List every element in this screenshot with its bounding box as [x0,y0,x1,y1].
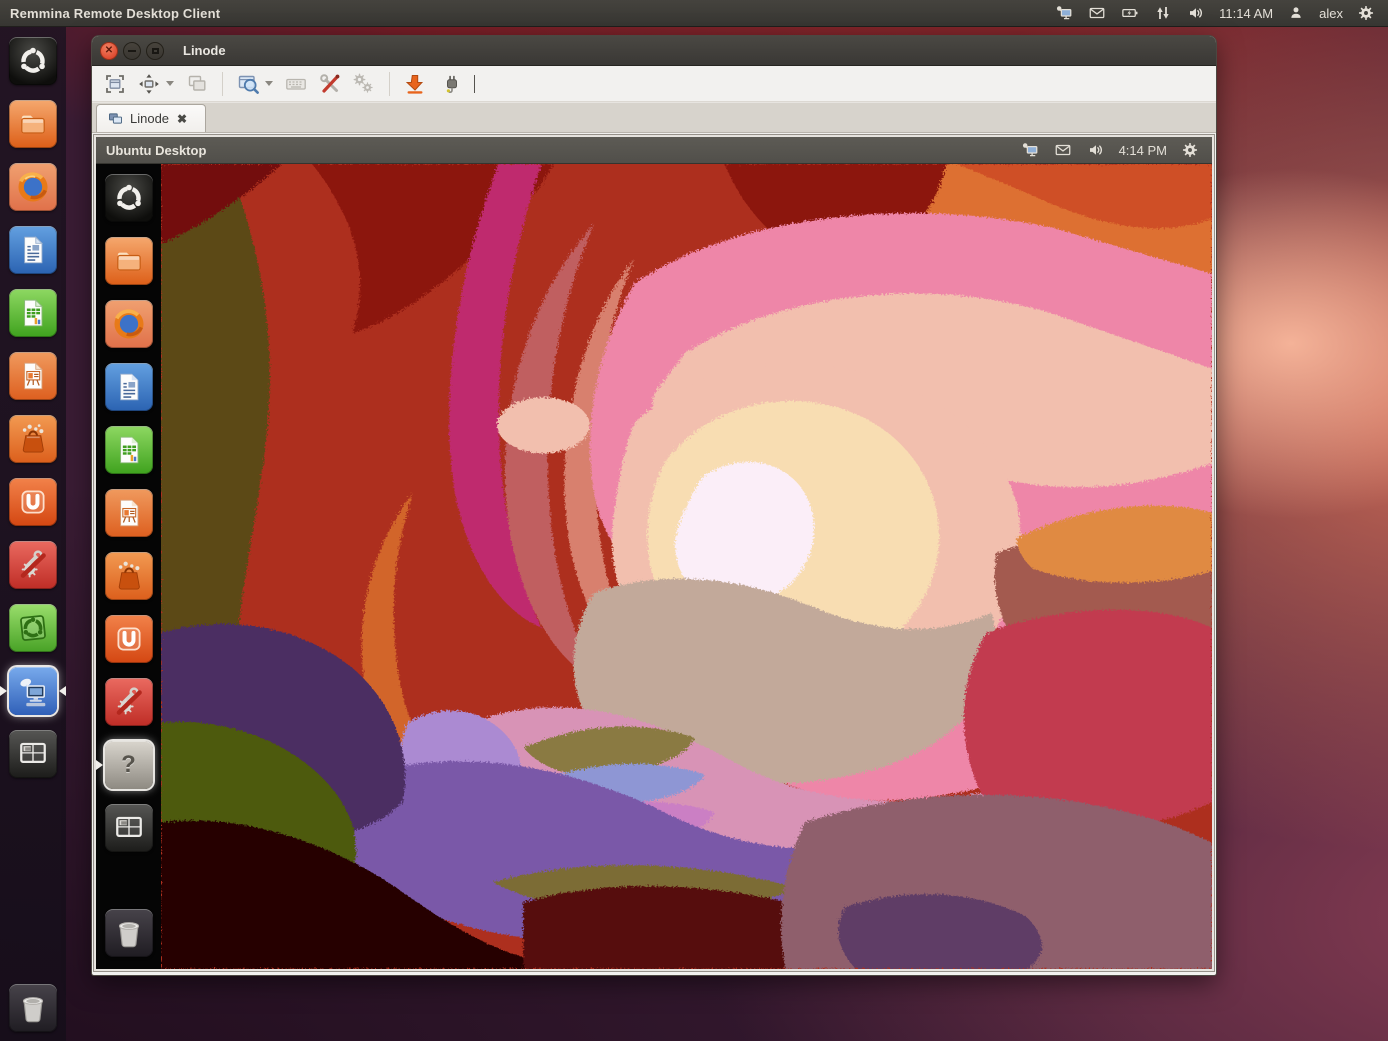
remote-clock[interactable]: 4:14 PM [1119,143,1167,158]
remote-launcher-item-ubuntu-one[interactable] [105,615,153,663]
question-mark-icon: ? [121,751,136,779]
launcher-item-ubuntu-software-center[interactable] [9,415,57,463]
tab-windows-icon [107,110,124,127]
remmina-monitor-icon[interactable] [1054,3,1074,23]
toggle-fullscreen-button[interactable] [100,70,130,98]
remote-menu-title[interactable]: Ubuntu Desktop [96,143,206,158]
screen: Remmina Remote Desktop Client 11:14 AM a… [0,0,1388,1041]
host-top-panel: Remmina Remote Desktop Client 11:14 AM a… [0,0,1388,27]
launcher-item-libreoffice-writer[interactable] [9,226,57,274]
focused-arrow-icon [96,760,103,770]
launcher-item-home-folder[interactable] [9,100,57,148]
fit-window-button[interactable] [134,70,164,98]
remote-indicator-area: 4:14 PM [1020,140,1212,160]
launcher-item-libreoffice-impress[interactable] [9,352,57,400]
launcher-item-libreoffice-calc[interactable] [9,289,57,337]
host-clock[interactable]: 11:14 AM [1219,6,1273,21]
screenshot-button[interactable] [400,70,430,98]
launcher-item-workspace-switcher[interactable] [9,730,57,778]
tab-label: Linode [130,111,169,126]
tab-close-icon[interactable]: ✖ [177,112,187,126]
zoom-options-button[interactable] [233,70,263,98]
active-app-title: Remmina Remote Desktop Client [0,6,220,21]
window-titlebar[interactable]: ✕ Linode [92,36,1216,66]
window-title: Linode [183,43,226,58]
running-arrow-icon [59,686,66,696]
launcher-item-firefox[interactable] [9,163,57,211]
toolbar-separator [389,72,390,96]
remote-launcher-item-home-folder[interactable] [105,237,153,285]
mail-envelope-icon[interactable] [1053,140,1073,160]
launcher-item-trash[interactable] [9,984,57,1032]
remote-wallpaper [161,164,1212,969]
tools-button[interactable] [315,70,345,98]
remmina-monitor-icon[interactable] [1020,140,1040,160]
maximize-button[interactable] [146,42,164,60]
remote-launcher-item-libreoffice-calc[interactable] [105,426,153,474]
preferences-button[interactable] [349,70,379,98]
volume-icon[interactable] [1186,3,1206,23]
duplicate-connection-button[interactable] [182,70,212,98]
disconnect-button[interactable] [434,70,464,98]
launcher-item-update-manager[interactable] [9,604,57,652]
remote-launcher: ? [96,164,161,969]
remmina-window: ✕ Linode Linode ✖ [92,36,1216,975]
remote-launcher-item-system-settings[interactable] [105,678,153,726]
username-label[interactable]: alex [1319,6,1343,21]
mail-envelope-icon[interactable] [1087,3,1107,23]
remote-launcher-item-workspace-switcher[interactable] [105,804,153,852]
close-button[interactable]: ✕ [100,42,118,60]
session-gear-icon[interactable] [1356,3,1376,23]
host-launcher [0,27,66,1041]
remote-top-panel: Ubuntu Desktop 4:14 PM [96,137,1212,164]
remote-launcher-item-dash-home[interactable] [105,174,153,222]
launcher-item-system-settings[interactable] [9,541,57,589]
zoom-dropdown-icon[interactable] [265,81,273,86]
connection-tabbar: Linode ✖ [92,102,1216,133]
remote-launcher-item-libreoffice-impress[interactable] [105,489,153,537]
remote-desktop-body: ? [96,164,1212,969]
user-icon[interactable] [1286,3,1306,23]
toolbar-separator [222,72,223,96]
remote-session-viewport: Ubuntu Desktop 4:14 PM [94,135,1214,971]
remote-launcher-item-unknown-app[interactable]: ? [105,741,153,789]
send-keystrokes-button[interactable] [281,70,311,98]
tab-linode[interactable]: Linode ✖ [96,104,206,132]
window-toolbar [92,66,1216,102]
focus-caret [474,75,475,93]
launcher-item-dash-home[interactable] [9,37,57,85]
battery-icon[interactable] [1120,3,1140,23]
remote-launcher-item-firefox[interactable] [105,300,153,348]
launcher-item-remmina[interactable] [9,667,57,715]
network-arrows-icon[interactable] [1153,3,1173,23]
fit-window-dropdown-icon[interactable] [166,81,174,86]
remote-launcher-item-ubuntu-software-center[interactable] [105,552,153,600]
remote-launcher-item-libreoffice-writer[interactable] [105,363,153,411]
host-indicator-area: 11:14 AM alex [1054,3,1388,23]
focused-arrow-icon [0,686,7,696]
minimize-button[interactable] [123,42,141,60]
remote-launcher-item-trash[interactable] [105,909,153,957]
session-gear-icon[interactable] [1180,140,1200,160]
launcher-item-ubuntu-one[interactable] [9,478,57,526]
volume-icon[interactable] [1086,140,1106,160]
